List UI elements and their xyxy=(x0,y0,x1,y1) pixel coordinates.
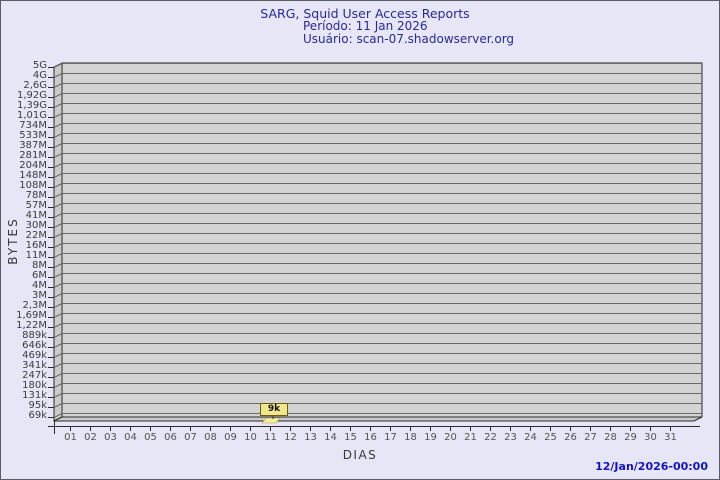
bar-value-annotation: 9k xyxy=(260,403,288,416)
x-tick-label: 01 xyxy=(64,432,77,443)
x-tick-label: 03 xyxy=(104,432,117,443)
x-tick-label: 15 xyxy=(344,432,357,443)
chart-frame xyxy=(53,62,703,422)
x-tick-label: 25 xyxy=(544,432,557,443)
x-tick-label: 31 xyxy=(664,432,677,443)
x-tick-label: 10 xyxy=(244,432,257,443)
x-tick-label: 04 xyxy=(124,432,137,443)
x-tick-label: 22 xyxy=(484,432,497,443)
x-tick-label: 20 xyxy=(444,432,457,443)
x-tick-label: 23 xyxy=(504,432,517,443)
x-tick-label: 11 xyxy=(264,432,277,443)
x-tick-label: 29 xyxy=(624,432,637,443)
generation-timestamp: 12/Jan/2026-00:00 xyxy=(595,460,708,473)
bytes-per-day-chart xyxy=(48,62,703,434)
x-tick-label: 21 xyxy=(464,432,477,443)
floor xyxy=(53,416,703,422)
x-tick-label: 08 xyxy=(204,432,217,443)
sarg-report-page: SARG, Squid User Access Reports Período:… xyxy=(0,0,720,480)
x-tick-label: 12 xyxy=(284,432,297,443)
x-tick-label: 27 xyxy=(584,432,597,443)
y-tick-label: 69k xyxy=(28,410,47,421)
x-tick-label: 24 xyxy=(524,432,537,443)
x-tick-label: 09 xyxy=(224,432,237,443)
x-tick-label: 26 xyxy=(564,432,577,443)
x-tick-label: 13 xyxy=(304,432,317,443)
x-tick-label: 07 xyxy=(184,432,197,443)
x-tick-label: 18 xyxy=(404,432,417,443)
x-tick-label: 17 xyxy=(384,432,397,443)
x-tick-label: 14 xyxy=(324,432,337,443)
x-tick-label: 28 xyxy=(604,432,617,443)
x-tick-label: 19 xyxy=(424,432,437,443)
x-tick-label: 16 xyxy=(364,432,377,443)
x-tick-label: 02 xyxy=(84,432,97,443)
x-tick-label: 06 xyxy=(164,432,177,443)
x-tick-label: 05 xyxy=(144,432,157,443)
x-tick-label: 30 xyxy=(644,432,657,443)
